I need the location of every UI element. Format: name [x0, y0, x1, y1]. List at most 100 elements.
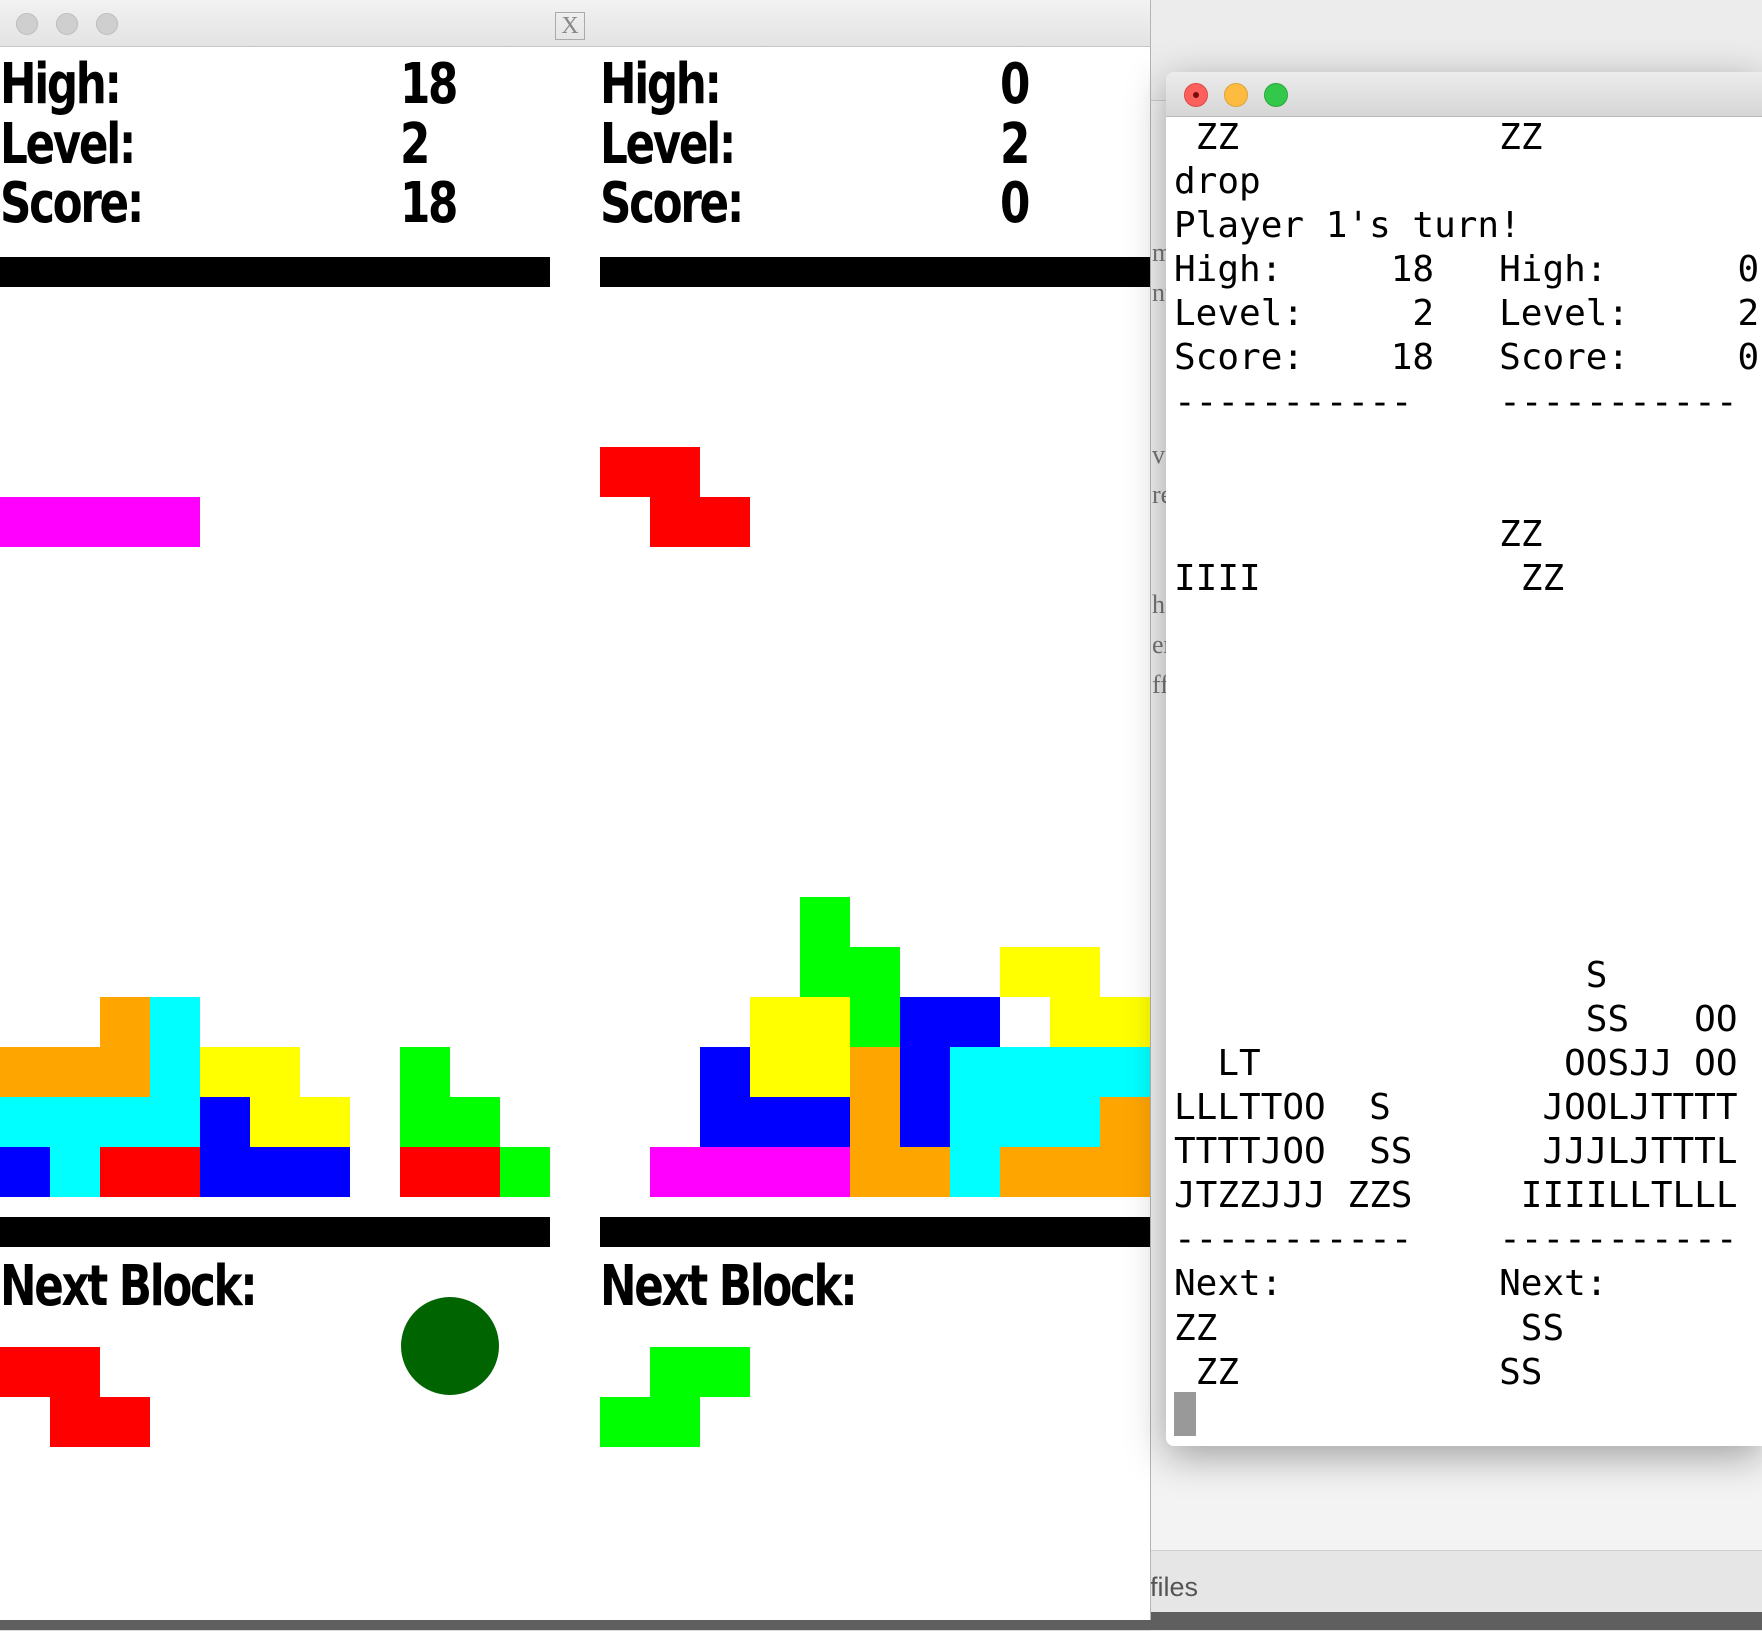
terminal-output[interactable]: ZZ ZZ drop Player 1's turn! High: 18 Hig…	[1174, 116, 1759, 1395]
right-board-cell	[650, 497, 700, 547]
left-board-cell	[450, 1097, 500, 1147]
left-board-cell	[200, 1047, 250, 1097]
left-board-cell	[400, 1047, 450, 1097]
left-board-cell	[250, 1097, 300, 1147]
left-board-cell	[200, 1097, 250, 1147]
left-board-cell	[150, 997, 200, 1047]
left-next-label: Next Block:	[0, 1254, 258, 1319]
left-board-cell	[100, 1047, 150, 1097]
right-board-cell	[850, 947, 900, 997]
zoom-button[interactable]	[1264, 83, 1288, 107]
left-board-cell	[300, 1097, 350, 1147]
left-score-value: 18	[400, 171, 458, 236]
right-score-label: Score:	[600, 171, 744, 236]
right-board-cell	[800, 997, 850, 1047]
right-board-cell	[750, 997, 800, 1047]
right-board-cell	[1000, 1047, 1050, 1097]
zoom-button[interactable]	[96, 13, 118, 35]
right-board-cell	[800, 1147, 850, 1197]
right-board-cell	[1000, 1097, 1050, 1147]
minimize-button[interactable]	[1224, 83, 1248, 107]
right-board-cell	[1050, 1047, 1100, 1097]
right-next-cell	[600, 1397, 650, 1447]
right-level-value: 2	[1000, 112, 1030, 177]
left-level-value: 2	[400, 112, 430, 177]
right-board-cell	[850, 1097, 900, 1147]
right-board-cell	[1100, 1047, 1150, 1097]
left-board-cell	[0, 1147, 50, 1197]
right-board-cell	[600, 447, 650, 497]
left-board-cell	[0, 1097, 50, 1147]
left-board-cell	[100, 497, 150, 547]
left-board-cell	[250, 1147, 300, 1197]
left-board-cell	[50, 1097, 100, 1147]
left-board-cell	[100, 997, 150, 1047]
left-board-cell	[300, 1147, 350, 1197]
right-next-label: Next Block:	[600, 1254, 858, 1319]
left-next-cell	[0, 1347, 50, 1397]
left-board-cell	[50, 1147, 100, 1197]
right-next-cell	[700, 1347, 750, 1397]
right-board-cell	[1100, 1097, 1150, 1147]
tetris-window: X High: 18 Level: 2 Score: 18 High: 0 Le…	[0, 0, 1151, 1620]
right-board-cell	[950, 1147, 1000, 1197]
right-board-cell	[1050, 997, 1100, 1047]
right-board-cell	[650, 447, 700, 497]
right-board-cell	[900, 1147, 950, 1197]
right-board-cell	[850, 997, 900, 1047]
left-high-label: High:	[0, 52, 122, 117]
close-button[interactable]	[1184, 83, 1208, 107]
right-board-cell	[1000, 1147, 1050, 1197]
background-text-fragment: h	[1152, 590, 1165, 619]
right-score-value: 0	[1000, 171, 1030, 236]
right-board-cell	[700, 1147, 750, 1197]
right-board-cell	[900, 1097, 950, 1147]
left-board-cell	[0, 497, 50, 547]
right-board-cell	[750, 1147, 800, 1197]
left-board-cell	[500, 1147, 550, 1197]
terminal-window[interactable]: ZZ ZZ drop Player 1's turn! High: 18 Hig…	[1166, 72, 1762, 1446]
right-board-cell	[750, 1047, 800, 1097]
left-board-cell	[100, 1097, 150, 1147]
right-board-cell	[850, 1147, 900, 1197]
x11-logo-icon: X	[555, 12, 585, 40]
right-board-cell	[1050, 1097, 1100, 1147]
right-board-cell	[1050, 947, 1100, 997]
close-button[interactable]	[16, 13, 38, 35]
right-board-cell	[700, 1097, 750, 1147]
right-board-cell	[900, 997, 950, 1047]
left-next-cell	[50, 1397, 100, 1447]
right-board-cell	[750, 1097, 800, 1147]
right-board-cell	[1100, 997, 1150, 1047]
left-board-cell	[150, 1097, 200, 1147]
left-next-cell	[100, 1397, 150, 1447]
left-board-cell	[50, 1047, 100, 1097]
right-board-cell	[950, 997, 1000, 1047]
terminal-cursor	[1174, 1392, 1196, 1436]
right-next-cell	[650, 1397, 700, 1447]
right-board-cell	[1100, 1147, 1150, 1197]
left-bottom-divider	[0, 1217, 550, 1247]
terminal-titlebar[interactable]	[1166, 72, 1762, 117]
right-high-label: High:	[600, 52, 722, 117]
left-board-cell	[150, 1047, 200, 1097]
background-files-label: files	[1150, 1572, 1199, 1602]
right-board-cell	[650, 1147, 700, 1197]
tetris-window-titlebar[interactable]: X	[0, 0, 1150, 47]
left-board-cell	[250, 1047, 300, 1097]
left-board-cell	[100, 1147, 150, 1197]
left-board-cell	[0, 1047, 50, 1097]
left-board-cell	[150, 497, 200, 547]
right-board-cell	[950, 1097, 1000, 1147]
minimize-button[interactable]	[56, 13, 78, 35]
right-board-cell	[700, 497, 750, 547]
right-board-cell	[800, 1047, 850, 1097]
right-board-cell	[950, 1047, 1000, 1097]
right-high-value: 0	[1000, 52, 1030, 117]
left-high-value: 18	[400, 52, 458, 117]
left-board-cell	[400, 1147, 450, 1197]
left-top-divider	[0, 257, 550, 287]
right-board-cell	[1000, 947, 1050, 997]
right-board-cell	[850, 1047, 900, 1097]
right-board-cell	[900, 1047, 950, 1097]
